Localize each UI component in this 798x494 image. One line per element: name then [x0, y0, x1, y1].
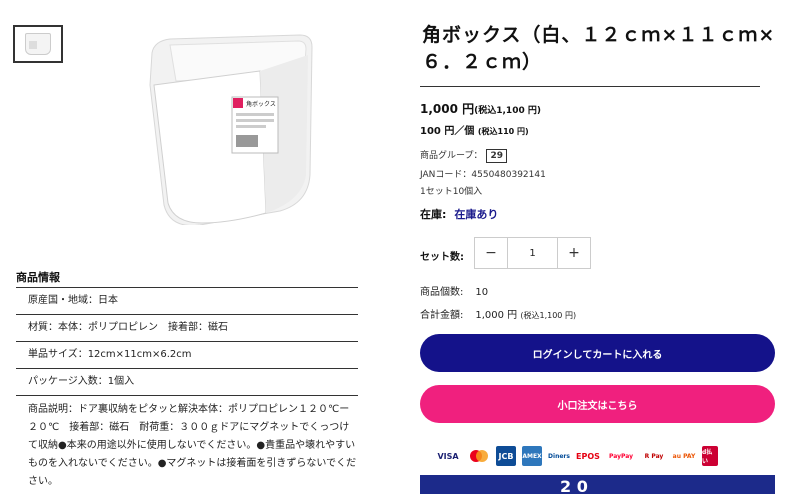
- payment-methods: VISA JCB AMEX Diners EPOS PayPay R Pay a…: [434, 446, 718, 466]
- product-title: 角ボックス（白、１２ｃｍ×１１ｃｍ×６．２ｃｍ）: [422, 24, 776, 73]
- product-label-text: 角ボックス: [246, 100, 276, 108]
- quantity-input[interactable]: 1: [507, 238, 558, 268]
- au-pay-icon: au PAY: [672, 452, 696, 460]
- quantity-minus-button[interactable]: −: [475, 238, 507, 268]
- diners-icon: Diners: [548, 452, 570, 460]
- info-row-size: 単品サイズ：12cm×11cm×6.2cm: [16, 342, 358, 369]
- item-count-label: 商品個数:: [420, 287, 464, 298]
- set-info: 1セット10個入: [420, 187, 483, 197]
- mastercard-icon: [468, 446, 490, 466]
- product-info-title: 商品情報: [16, 271, 60, 284]
- product-group: 商品グループ： 29: [420, 148, 507, 163]
- promo-banner[interactable]: 2 0: [420, 475, 775, 494]
- visa-icon: VISA: [437, 451, 459, 461]
- info-row-material: 材質：本体：ポリプロピレン 接着部：磁石: [16, 315, 358, 342]
- amex-icon: AMEX: [522, 446, 542, 466]
- item-count-value: 10: [475, 287, 489, 298]
- stock-value: 在庫あり: [454, 208, 499, 221]
- quantity-plus-button[interactable]: +: [558, 238, 590, 268]
- price-tax: (税込1,100 円): [474, 106, 541, 116]
- paypay-icon: PayPay: [608, 452, 634, 460]
- total-label: 合計金額:: [420, 310, 464, 321]
- total-amount: 合計金額: 1,000 円 (税込1,100 円): [420, 306, 576, 321]
- unit-price-value: 100 円／個: [420, 126, 475, 137]
- product-image: 角ボックス: [149, 34, 313, 225]
- unit-price: 100 円／個 (税込110 円): [420, 122, 529, 137]
- info-row-origin: 原産国・地域：日本: [16, 288, 358, 315]
- price: 1,000 円(税込1,100 円): [420, 100, 541, 117]
- banner-text: 2 0: [560, 477, 588, 494]
- d-barai-icon: d払い: [702, 446, 718, 466]
- stock-status: 在庫: 在庫あり: [420, 206, 498, 222]
- login-add-to-cart-button[interactable]: ログインしてカートに入れる: [420, 334, 775, 372]
- jan-code: JANコード：4550480392141: [420, 170, 546, 180]
- quantity-stepper: − 1 +: [474, 237, 591, 269]
- info-row-package: パッケージ入数：1個入: [16, 369, 358, 396]
- price-value: 1,000 円: [420, 102, 475, 116]
- info-row-description: 商品説明：ドア裏収納をピタッと解決本体：ポリプロピレン１２０℃ー２０℃ 接着部：…: [16, 396, 358, 494]
- total-tax: (税込1,100 円): [520, 311, 577, 320]
- jcb-icon: JCB: [496, 446, 516, 466]
- product-info-table: 原産国・地域：日本 材質：本体：ポリプロピレン 接着部：磁石 単品サイズ：12c…: [16, 287, 358, 494]
- stock-label: 在庫:: [420, 208, 447, 221]
- group-label: 商品グループ：: [420, 151, 483, 161]
- group-badge[interactable]: 29: [486, 149, 507, 163]
- item-count: 商品個数: 10: [420, 283, 488, 298]
- thumbnail-box-icon: [25, 33, 51, 55]
- small-order-button[interactable]: 小口注文はこちら: [420, 385, 775, 423]
- product-thumbnail[interactable]: [13, 25, 63, 63]
- rakuten-pay-icon: R Pay: [644, 452, 664, 460]
- unit-price-tax: (税込110 円): [477, 127, 529, 136]
- total-value: 1,000 円: [475, 310, 518, 321]
- quantity-label: セット数:: [420, 252, 464, 263]
- epos-icon: EPOS: [576, 451, 600, 461]
- title-divider: [420, 86, 760, 87]
